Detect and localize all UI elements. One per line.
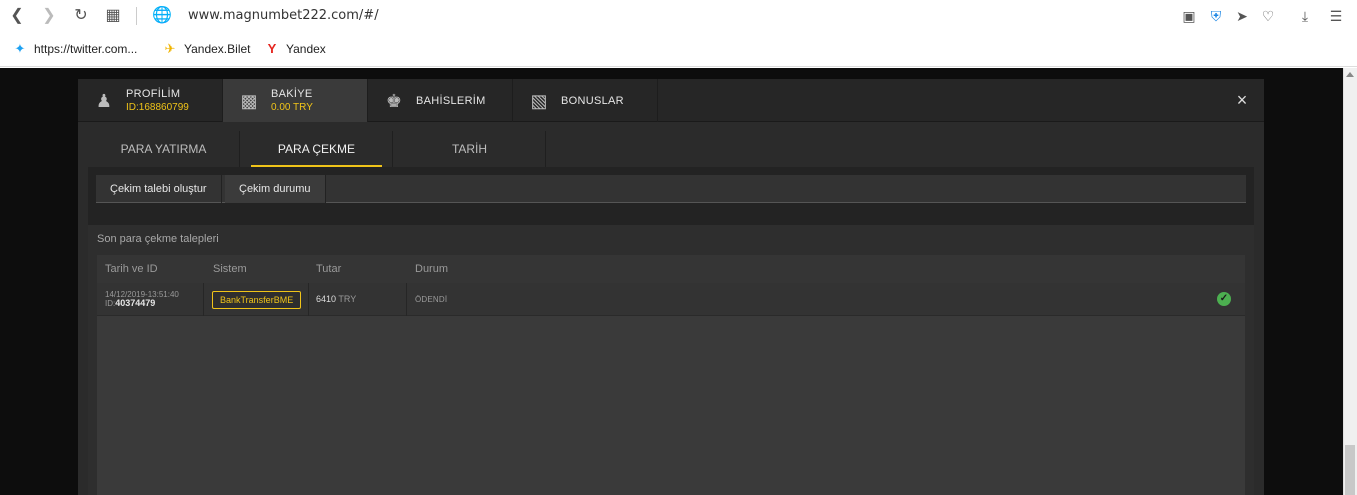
back-icon[interactable]: ❮ [8,7,26,25]
trophy-icon: ♚ [385,90,403,111]
column-header-status: Durum [415,263,449,275]
page-scrollbar[interactable] [1343,68,1357,495]
request-id: 40374479 [115,298,156,308]
cell-date-id: 14/12/2019-13:51:40 ID:40374479 [105,283,203,316]
bookmark-yandex-bilet[interactable]: ✈ Yandex.Bilet [162,41,251,57]
forward-icon[interactable]: ❯ [40,7,58,25]
tab-my-bets[interactable]: ♚ BAHİSLERİM [368,79,513,122]
tab-label: BAKİYE [271,87,313,100]
table-header: Tarih ve ID Sistem Tutar Durum [97,255,1245,283]
status-text: ÖDENDİ [415,295,448,304]
request-id-line: ID:40374479 [105,298,156,309]
shield-icon[interactable]: ⛨ [1207,7,1225,25]
table-row[interactable]: 14/12/2019-13:51:40 ID:40374479 BankTran… [97,283,1245,316]
tab-label: PROFİLİM [126,87,181,100]
download-icon[interactable]: ⤓ [1296,7,1314,25]
globe-icon: 🌐 [152,7,172,24]
cell-system: BankTransferBME [204,283,308,316]
airplane-icon: ✈ [164,41,176,56]
camera-icon[interactable]: ▣ [1180,7,1198,25]
bookmark-label: Yandex.Bilet [184,42,251,56]
balance-subtabs: PARA YATIRMA PARA ÇEKME TARİH [88,131,1254,167]
balance-content: PARA YATIRMA PARA ÇEKME TARİH Çekim tale… [88,131,1254,495]
bookmark-label: https://twitter.com... [34,42,138,56]
column-divider [308,283,309,316]
bookmarks-bar: ✦ https://twitter.com... ✈ Yandex.Bilet … [0,33,1357,67]
balance-value: 0.00 TRY [271,101,313,113]
check-circle-icon: ✓ [1217,292,1231,306]
user-id: ID:168860799 [126,101,189,113]
bookmark-yandex[interactable]: Y Yandex [264,41,326,57]
tab-deposit[interactable]: PARA YATIRMA [88,131,240,167]
tab-label: BONUSLAR [561,94,624,107]
address-bar[interactable]: www.magnumbet222.com/#/ [188,8,379,23]
withdraw-status-button[interactable]: Çekim durumu [225,175,326,203]
bookmark-twitter[interactable]: ✦ https://twitter.com... [12,41,138,57]
yandex-logo-icon: Y [267,41,277,56]
panel-title: Son para çekme talepleri [97,233,219,245]
amount-value: 6410 TRY [316,294,357,304]
payment-system-badge: BankTransferBME [212,291,302,309]
currency: TRY [338,294,357,304]
tab-balance[interactable]: ▩ BAKİYE 0.00 TRY [223,79,368,122]
cell-amount: 6410 TRY [316,283,406,316]
withdraw-table: Tarih ve ID Sistem Tutar Durum 14/12/201… [97,255,1245,495]
browser-toolbar: ❮ ❯ ↻ ▦ 🌐 www.magnumbet222.com/#/ ▣ ⛨ ➤ … [0,0,1357,33]
toolbar-divider [136,7,137,25]
withdraw-requests-panel: Son para çekme talepleri Tarih ve ID Sis… [88,225,1254,495]
cell-status: ÖDENDİ [415,283,615,316]
column-divider [406,283,407,316]
account-modal: ♟ PROFİLİM ID:168860799 ▩ BAKİYE 0.00 TR… [78,79,1264,495]
scrollbar-thumb[interactable] [1345,445,1355,495]
tab-profile[interactable]: ♟ PROFİLİM ID:168860799 [78,79,223,122]
heart-icon[interactable]: ♡ [1259,7,1277,25]
gift-icon: ▧ [530,90,548,111]
user-icon: ♟ [95,90,113,111]
scroll-up-arrow-icon[interactable] [1346,72,1354,77]
close-icon[interactable]: × [1234,91,1250,109]
column-header-date-id: Tarih ve ID [105,263,158,275]
tab-history[interactable]: TARİH [394,131,546,167]
tabs-grid-icon[interactable]: ▦ [104,7,122,25]
reload-icon[interactable]: ↻ [72,7,90,25]
column-header-system: Sistem [213,263,247,275]
send-icon[interactable]: ➤ [1233,7,1251,25]
tab-label: BAHİSLERİM [416,94,486,107]
tab-withdraw[interactable]: PARA ÇEKME [241,131,393,167]
create-withdraw-request-button[interactable]: Çekim talebi oluştur [96,175,222,203]
menu-icon[interactable]: ☰ [1327,7,1345,25]
twitter-bird-icon: ✦ [14,41,26,56]
withdraw-actions: Çekim talebi oluştur Çekim durumu [96,175,1246,203]
wallet-icon: ▩ [240,90,258,111]
tab-bonuses[interactable]: ▧ BONUSLAR [513,79,658,122]
bookmark-label: Yandex [286,42,326,56]
column-header-amount: Tutar [316,263,342,275]
modal-tab-bar: ♟ PROFİLİM ID:168860799 ▩ BAKİYE 0.00 TR… [78,79,1264,122]
